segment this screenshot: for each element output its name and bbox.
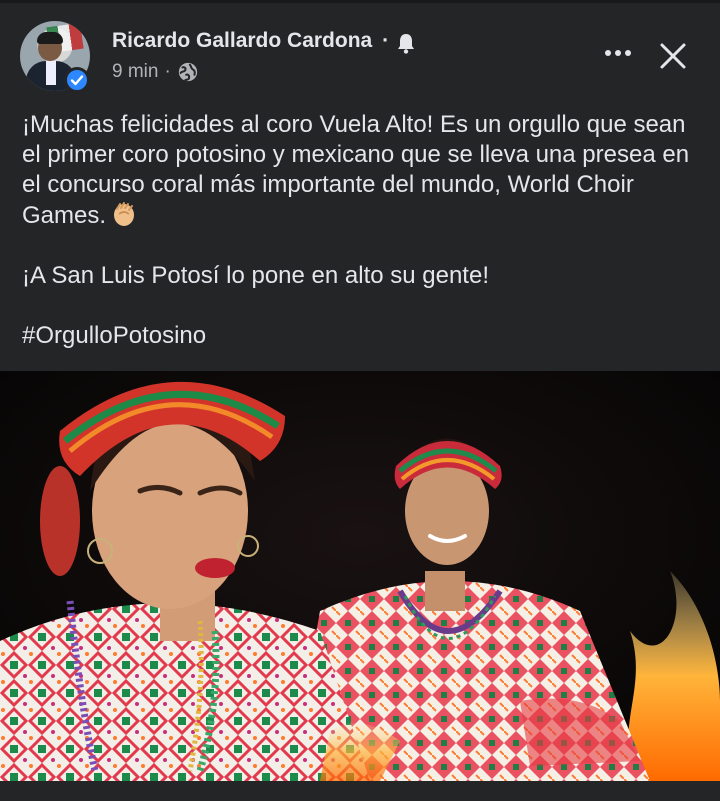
post-paragraph: ¡Muchas felicidades al coro Vuela Alto! … — [22, 110, 702, 231]
verified-badge-icon — [64, 67, 90, 93]
post-header: Ricardo Gallardo Cardona · 9 min · — [0, 3, 720, 103]
photo-illustration — [0, 371, 720, 781]
globe-icon[interactable] — [177, 61, 199, 83]
hashtag-link[interactable]: #OrgulloPotosino — [22, 321, 702, 351]
avatar-shirt — [46, 61, 56, 85]
post-meta: 9 min · — [112, 61, 199, 83]
author-name[interactable]: Ricardo Gallardo Cardona · — [112, 29, 389, 53]
bottom-bar — [0, 781, 720, 801]
author-name-text[interactable]: Ricardo Gallardo Cardona — [112, 29, 372, 52]
post-paragraph: ¡A San Luis Potosí lo pone en alto su ge… — [22, 262, 489, 289]
meta-separator: · — [164, 61, 171, 82]
post-text: ¡Muchas felicidades al coro Vuela Alto! … — [22, 110, 702, 381]
more-options-icon[interactable] — [598, 41, 638, 65]
name-separator: · — [382, 29, 390, 52]
avatar-hair — [37, 32, 63, 44]
close-icon[interactable] — [656, 39, 690, 73]
post-photo[interactable] — [0, 371, 720, 781]
clapping-hands-icon — [114, 202, 135, 226]
bell-icon[interactable] — [394, 31, 418, 55]
post-timestamp[interactable]: 9 min — [112, 61, 158, 83]
